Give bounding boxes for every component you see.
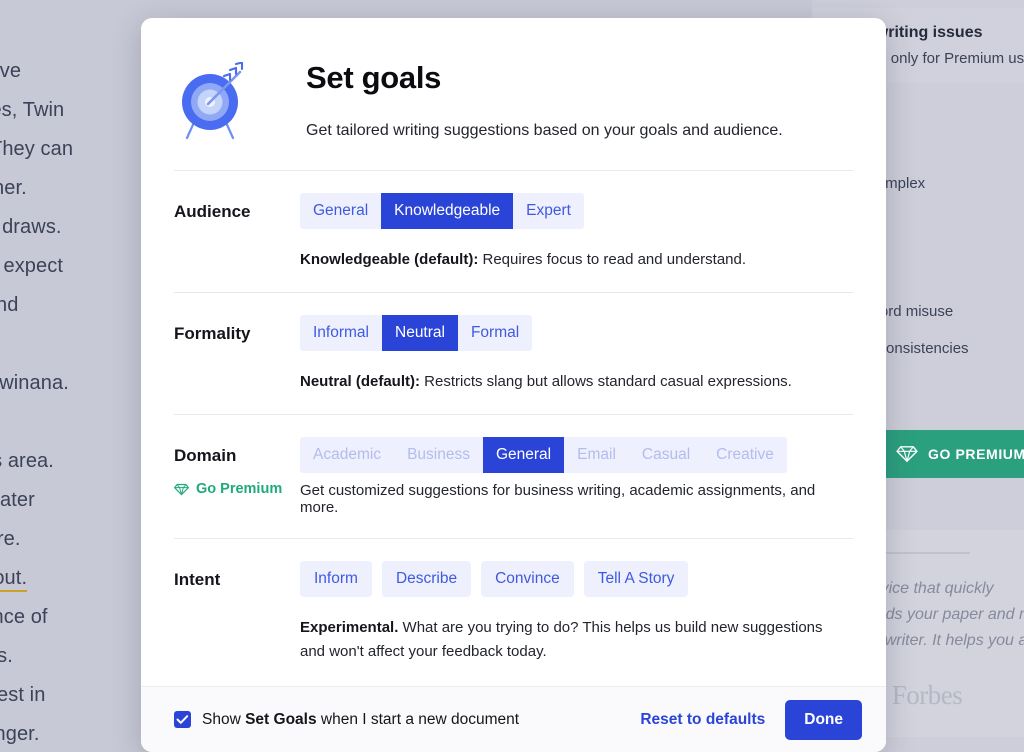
show-set-goals-checkbox-row[interactable]: Show Set Goals when I start a new docume… — [174, 711, 519, 729]
doc-line: Parts of the shoreline are now fenced to… — [0, 559, 162, 598]
doc-line: Wetlands here support more than a hundre… — [0, 99, 65, 121]
testimonial-divider — [884, 552, 970, 554]
audience-option-general[interactable]: General — [300, 193, 381, 229]
chip-group-intent: Inform Describe Convince Tell A Story — [300, 561, 853, 597]
diamond-icon — [174, 483, 189, 495]
formality-description: Neutral (default): Restricts slang but a… — [300, 370, 853, 394]
background-document-text: Beeliar Regional Park – North Lake & Bib… — [0, 52, 162, 752]
doc-line: Paperbark and flooded gum stands are one… — [0, 216, 62, 238]
audience-option-knowledgeable[interactable]: Knowledgeable — [381, 193, 514, 229]
section-intent: Intent Inform Describe Convince Tell A S… — [141, 539, 886, 684]
doc-line: whether dogs are allowed on the reserve? — [0, 325, 162, 364]
domain-option-academic[interactable]: Academic — [300, 437, 394, 473]
domain-option-business[interactable]: Business — [394, 437, 483, 473]
section-audience: Audience General Knowledgeable Expert Kn… — [141, 171, 886, 292]
doc-line: seeing long-necked turtles and Western G… — [0, 645, 13, 667]
domain-option-casual[interactable]: Casual — [629, 437, 703, 473]
domain-premium-description: Get customized suggestions for business … — [300, 482, 816, 516]
done-button[interactable]: Done — [785, 699, 862, 740]
audience-option-expert[interactable]: Expert — [513, 193, 584, 229]
reset-to-defaults-button[interactable]: Reset to defaults — [640, 711, 765, 729]
page-title: Set goals — [306, 60, 442, 95]
audience-description-rest: Requires focus to read and understand. — [478, 251, 747, 268]
section-label-domain: Domain — [174, 446, 237, 465]
section-label-intent: Intent — [174, 570, 221, 589]
intent-option-tell-a-story[interactable]: Tell A Story — [583, 561, 689, 597]
audience-description: Knowledgeable (default): Requires focus … — [300, 248, 853, 272]
audience-description-bold: Knowledgeable (default): — [300, 251, 479, 268]
section-domain: Domain Academic Business General Email C… — [141, 415, 886, 485]
doc-line: body and fringing vegetation itself taki… — [0, 528, 21, 550]
formality-description-bold: Neutral (default): — [300, 373, 420, 390]
formality-option-formal[interactable]: Formal — [458, 315, 532, 351]
modal-header: Set goals Get tailored writing suggestio… — [141, 18, 886, 170]
go-premium-link-label: Go Premium — [196, 481, 283, 497]
set-goals-modal: Set goals Get tailored writing suggestio… — [141, 18, 886, 752]
intent-option-convince[interactable]: Convince — [481, 561, 574, 597]
doc-line: Much of the chain of lakes is protected … — [0, 403, 162, 442]
section-formality: Formality Informal Neutral Formal Neutra… — [141, 293, 886, 414]
section-label-audience: Audience — [174, 202, 251, 221]
diamond-icon — [896, 446, 918, 463]
intent-option-describe[interactable]: Describe — [381, 561, 472, 597]
doc-line-underlined: Parts of the shoreline are now fenced to… — [0, 567, 28, 592]
doc-line: Environmental Protection Policy in the B… — [0, 450, 54, 472]
screen-root: Beeliar Regional Park – North Lake & Bib… — [0, 0, 1024, 752]
doc-line: Water levels in both lakes are seasonal … — [0, 684, 46, 706]
checkbox-label: Show Set Goals when I start a new docume… — [202, 711, 519, 729]
checkbox-label-pre: Show — [202, 710, 246, 728]
section-label-formality: Formality — [174, 324, 251, 343]
go-premium-label: GO PREMIUM — [928, 446, 1024, 462]
modal-footer: Show Set Goals when I start a new docume… — [141, 686, 886, 752]
doc-line: on the loop trail, which hides to look f… — [0, 294, 19, 316]
doc-line: dry right back and the margins turn to m… — [0, 177, 27, 199]
doc-line: Beeliar Regional Park – North Lake & Bib… — [0, 60, 22, 82]
domain-option-general[interactable]: General — [482, 437, 565, 473]
checkbox-label-bold: Set Goals — [245, 710, 317, 728]
domain-option-creative[interactable]: Creative — [703, 437, 787, 473]
doc-line: Read the ranger notes before you go to f… — [0, 255, 64, 277]
intent-description-bold: Experimental. — [300, 619, 399, 636]
formality-description-rest: Restricts slang but allows standard casu… — [420, 373, 792, 390]
doc-line: The park stretches through Cockburn, Tho… — [0, 372, 69, 394]
segmented-control-formality: Informal Neutral Formal — [300, 315, 533, 351]
domain-option-email[interactable]: Email — [564, 437, 629, 473]
formality-option-informal[interactable]: Informal — [300, 315, 382, 351]
doc-line: lakes rank among Perth's best urban bird… — [0, 138, 74, 160]
doc-line: North Lake is gazetted as a “class A” re… — [0, 489, 35, 511]
doc-line: late summer. Bibra Lake is deeper so it … — [0, 723, 40, 745]
modal-header-text: Set goals Get tailored writing suggestio… — [306, 56, 783, 140]
checkbox-checked[interactable] — [174, 711, 191, 728]
intent-description: Experimental. What are you trying to do?… — [300, 616, 840, 664]
intent-option-inform[interactable]: Inform — [300, 561, 372, 597]
doc-line: From the boardwalk at Bibra Lake there's… — [0, 606, 48, 628]
segmented-control-audience: General Knowledgeable Expert — [300, 193, 584, 229]
checkmark-icon — [176, 715, 189, 724]
go-premium-link[interactable]: Go Premium — [174, 481, 300, 497]
go-premium-button[interactable]: GO PREMIUM — [886, 430, 1024, 478]
target-with-arrow-icon — [182, 62, 244, 140]
domain-premium-row: Go Premium Get customized suggestions fo… — [141, 481, 886, 538]
modal-subtitle: Get tailored writing suggestions based o… — [306, 122, 783, 139]
formality-option-neutral[interactable]: Neutral — [382, 315, 458, 351]
checkbox-label-post: when I start a new document — [316, 710, 520, 728]
segmented-control-domain: Academic Business General Email Casual C… — [300, 437, 787, 473]
